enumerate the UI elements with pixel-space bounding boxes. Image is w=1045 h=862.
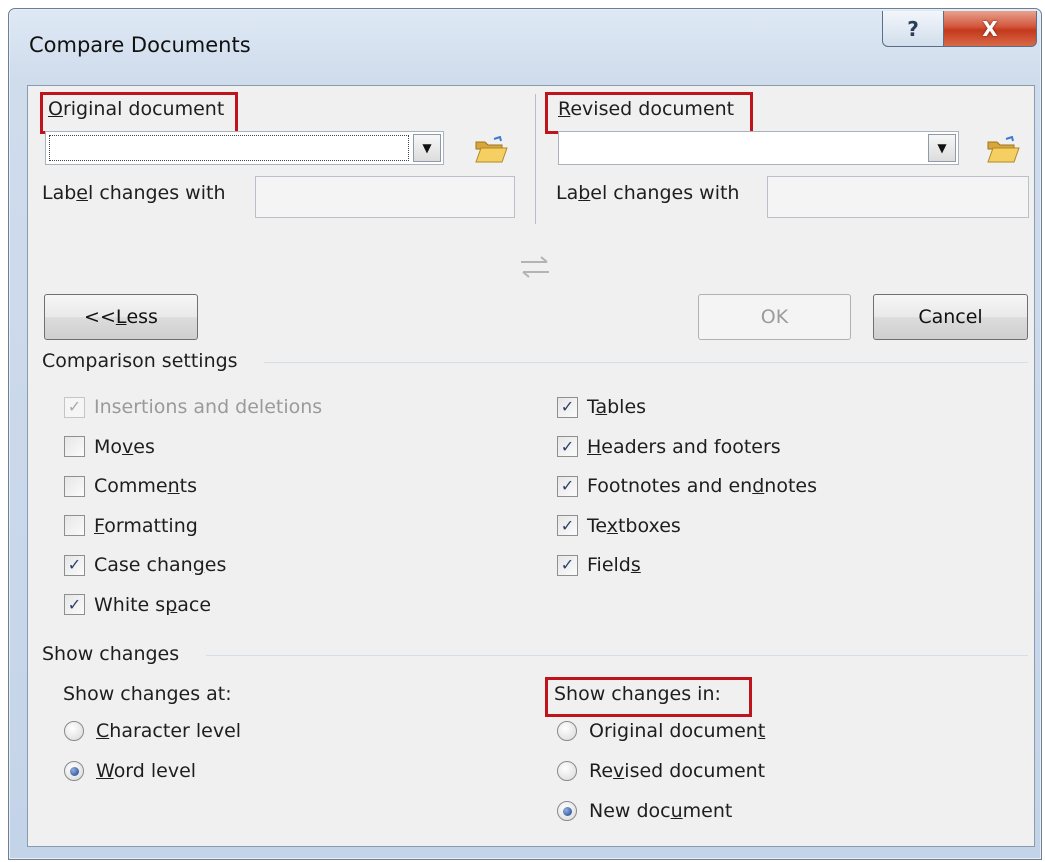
checkbox-textboxes[interactable]: ✓ Textboxes [557,515,681,537]
revised-document-label: Revised document [558,98,735,120]
checkmark-icon: ✓ [560,436,575,456]
cancel-button[interactable]: Cancel [873,294,1028,340]
checkbox-formatting-label: Formatting [94,514,198,537]
radio-character-level[interactable]: Character level [64,720,241,742]
checkbox-box[interactable]: ✓ [64,594,85,615]
radio-circle[interactable] [557,761,577,781]
radio-word-level[interactable]: Word level [64,760,196,782]
checkbox-fields[interactable]: ✓ Fields [557,554,641,576]
help-button[interactable]: ? [882,11,944,47]
radio-in-new-document[interactable]: New document [557,800,732,822]
show-changes-at-label: Show changes at: [63,683,232,705]
checkbox-box[interactable]: ✓ [64,554,85,576]
checkmark-icon: ✓ [560,515,575,535]
radio-character-level-label: Character level [96,720,242,742]
checkbox-white-space-label: White space [94,593,212,616]
original-label-changes-label: Label changes with [42,182,226,204]
title-bar: Compare Documents ? X [9,9,1041,85]
original-browse-folder-icon[interactable] [474,136,508,164]
checkbox-tables[interactable]: ✓ Tables [557,396,646,418]
checkmark-icon: ✓ [67,397,82,416]
checkbox-insertions-and-deletions: ✓ Insertions and deletions [64,396,322,418]
ok-button[interactable]: OK [698,294,851,340]
column-separator [535,94,536,224]
compare-documents-dialog: Compare Documents ? X Original document … [8,8,1042,860]
checkmark-icon: ✓ [67,555,82,574]
radio-circle[interactable] [64,761,84,781]
checkbox-box[interactable] [64,515,85,536]
checkmark-icon: ✓ [560,555,575,574]
show-changes-in-label: Show changes in: [554,683,721,705]
checkbox-headers-and-footers[interactable]: ✓ Headers and footers [557,436,781,458]
radio-circle[interactable] [64,721,84,741]
dialog-body: Original document ▼ Label changes with R… [27,85,1035,847]
revised-label-changes-input[interactable] [767,176,1029,218]
close-button[interactable]: X [943,11,1037,47]
checkbox-formatting[interactable]: Formatting [64,515,198,537]
checkbox-tables-label: Tables [587,396,647,418]
checkbox-box[interactable]: ✓ [557,515,578,536]
radio-in-new-document-label: New document [589,800,733,822]
checkmark-icon: ✓ [560,476,575,495]
revised-label-changes-label: Label changes with [556,182,740,204]
radio-in-original-document[interactable]: Original document [557,720,765,742]
original-document-label: Original document [48,98,225,120]
checkbox-moves[interactable]: Moves [64,436,155,458]
dialog-title: Compare Documents [29,33,251,57]
checkbox-footnotes-and-endnotes-label: Footnotes and endnotes [587,475,817,497]
checkmark-icon: ✓ [560,397,575,416]
checkmark-icon: ✓ [67,594,82,614]
close-icon: X [982,16,998,41]
show-changes-title: Show changes [42,643,180,665]
radio-word-level-label: Word level [96,760,197,782]
radio-selected-dot-icon [69,766,79,776]
checkbox-box[interactable]: ✓ [557,554,578,576]
checkbox-fields-label: Fields [587,554,641,576]
comparison-settings-title: Comparison settings [42,350,238,372]
checkbox-box[interactable] [64,475,85,497]
checkbox-footnotes-and-endnotes[interactable]: ✓ Footnotes and endnotes [557,475,817,497]
checkbox-comments[interactable]: Comments [64,475,197,497]
checkbox-case-changes-label: Case changes [94,554,227,576]
checkbox-moves-label: Moves [94,435,155,458]
show-changes-divider [206,655,1028,656]
revised-document-combo[interactable]: ▼ [558,131,959,165]
original-dropdown-arrow-icon[interactable]: ▼ [413,134,441,162]
help-icon: ? [907,16,919,41]
checkbox-textboxes-label: Textboxes [587,514,681,537]
checkbox-headers-and-footers-label: Headers and footers [587,435,781,458]
radio-in-revised-document[interactable]: Revised document [557,760,765,782]
comparison-settings-divider [264,362,1028,363]
swap-documents-icon[interactable] [519,254,551,280]
checkbox-box: ✓ [64,396,85,418]
radio-in-revised-document-label: Revised document [589,760,766,782]
checkbox-insertions-and-deletions-label: Insertions and deletions [94,396,323,418]
original-document-value [49,135,409,161]
radio-in-original-document-label: Original document [589,720,766,742]
revised-browse-folder-icon[interactable] [986,136,1020,164]
checkbox-case-changes[interactable]: ✓ Case changes [64,554,226,576]
radio-circle[interactable] [557,721,577,741]
radio-selected-dot-icon [562,806,572,816]
checkbox-box[interactable]: ✓ [557,436,578,457]
original-label-changes-input[interactable] [255,176,515,218]
checkbox-box[interactable]: ✓ [557,475,578,497]
revised-dropdown-arrow-icon[interactable]: ▼ [928,134,956,162]
checkbox-box[interactable] [64,436,85,457]
checkbox-comments-label: Comments [94,475,198,497]
radio-circle[interactable] [557,801,577,821]
original-document-combo[interactable]: ▼ [45,131,444,165]
less-button[interactable]: << Less [44,294,198,340]
checkbox-white-space[interactable]: ✓ White space [64,594,211,616]
checkbox-box[interactable]: ✓ [557,396,578,418]
